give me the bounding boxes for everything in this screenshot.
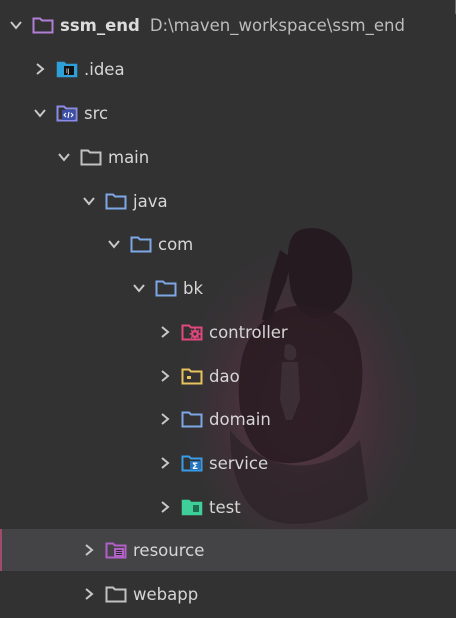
chevron-right-icon[interactable] — [155, 453, 175, 473]
tree-label-controller: controller — [209, 322, 288, 342]
chevron-down-icon[interactable] — [104, 234, 124, 254]
tree-label-main: main — [108, 147, 150, 167]
svg-text:IJ: IJ — [66, 68, 70, 75]
tree-row-dao[interactable]: dao — [0, 355, 456, 397]
tree-row-test[interactable]: test — [0, 486, 456, 528]
package-folder-icon — [130, 233, 152, 255]
chevron-right-icon[interactable] — [155, 409, 175, 429]
tree-row-service[interactable]: Σ service — [0, 442, 456, 484]
tree-label-src: src — [84, 103, 109, 123]
tree-label-webapp: webapp — [133, 584, 199, 604]
tree-row-main[interactable]: main — [0, 136, 456, 178]
tree-row-webapp[interactable]: webapp — [0, 573, 456, 615]
chevron-down-icon[interactable] — [30, 103, 50, 123]
chevron-right-icon[interactable] — [155, 366, 175, 386]
tree-label-com: com — [158, 234, 194, 254]
tree-label-resource: resource — [133, 540, 205, 560]
test-folder-icon — [181, 496, 203, 518]
domain-folder-icon — [181, 408, 203, 430]
chevron-right-icon[interactable] — [155, 322, 175, 342]
controller-folder-icon — [181, 321, 203, 343]
source-folder-icon — [56, 102, 78, 124]
chevron-down-icon[interactable] — [79, 191, 99, 211]
chevron-right-icon[interactable] — [79, 540, 99, 560]
tree-label-dao: dao — [209, 366, 240, 386]
tree-label-bk: bk — [183, 278, 204, 298]
chevron-right-icon[interactable] — [155, 497, 175, 517]
tree-label-test: test — [209, 497, 241, 517]
idea-folder-icon: IJ — [56, 58, 78, 80]
service-folder-icon: Σ — [181, 452, 203, 474]
chevron-right-icon[interactable] — [30, 59, 50, 79]
chevron-right-icon[interactable] — [79, 584, 99, 604]
tree-label-idea: .idea — [84, 59, 125, 79]
resource-folder-icon — [105, 539, 127, 561]
tree-row-bk[interactable]: bk — [0, 267, 456, 309]
tree-label-domain: domain — [209, 409, 271, 429]
chevron-down-icon[interactable] — [54, 147, 74, 167]
tree-row-java[interactable]: java — [0, 180, 456, 222]
tree-label-service: service — [209, 453, 269, 473]
folder-icon — [80, 146, 102, 168]
tree-row-resource[interactable]: resource — [0, 529, 456, 571]
project-path: D:\maven_workspace\ssm_end — [149, 15, 405, 35]
svg-text:Σ: Σ — [192, 462, 198, 472]
tree-row-project-root[interactable]: ssm_end D:\maven_workspace\ssm_end — [0, 4, 456, 46]
folder-icon — [105, 190, 127, 212]
project-tree-panel: ssm_end D:\maven_workspace\ssm_end IJ .i… — [0, 0, 456, 618]
tree-label-java: java — [133, 191, 168, 211]
tree-row-idea[interactable]: IJ .idea — [0, 48, 456, 90]
chevron-down-icon[interactable] — [129, 278, 149, 298]
project-folder-icon — [32, 14, 54, 36]
dao-folder-icon — [181, 365, 203, 387]
chevron-down-icon[interactable] — [6, 15, 26, 35]
folder-icon — [105, 583, 127, 605]
package-folder-icon — [155, 277, 177, 299]
tree-row-com[interactable]: com — [0, 223, 456, 265]
tree-row-domain[interactable]: domain — [0, 398, 456, 440]
project-name: ssm_end — [60, 15, 140, 35]
tree-row-controller[interactable]: controller — [0, 311, 456, 353]
tree-row-src[interactable]: src — [0, 92, 456, 134]
